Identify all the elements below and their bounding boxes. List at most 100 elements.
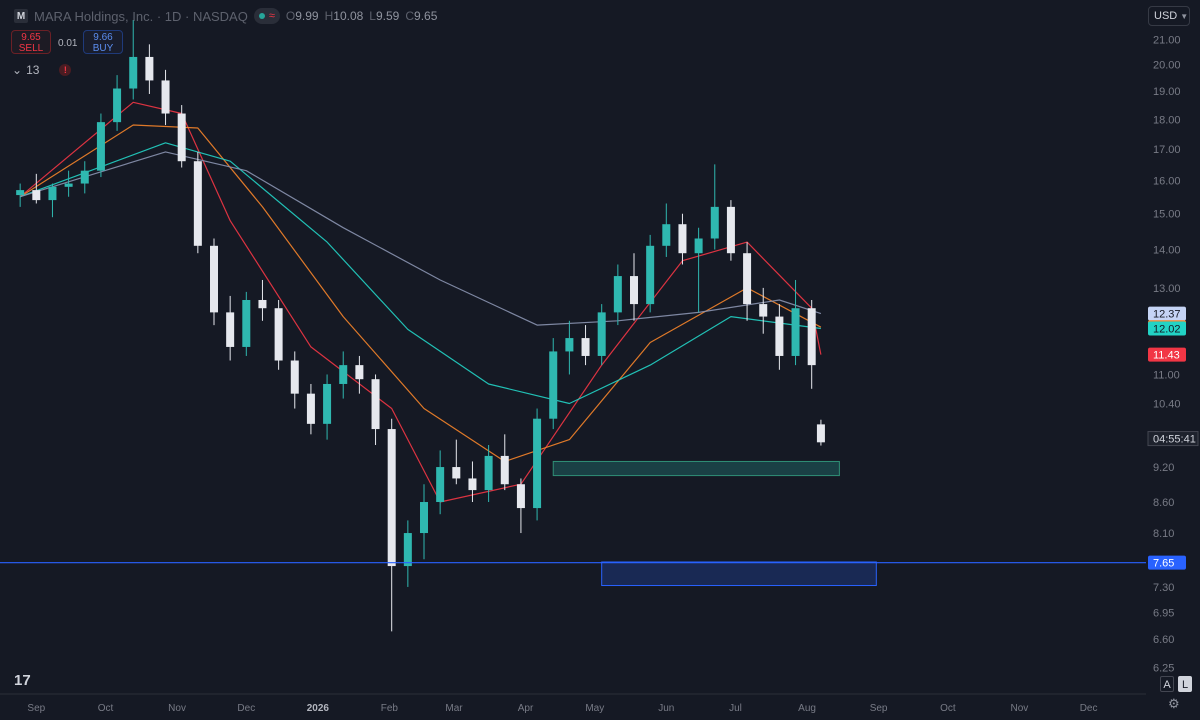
indicators-row: ⌄ 13 ! xyxy=(12,63,72,77)
candle-body xyxy=(403,533,412,567)
candle-body xyxy=(484,455,493,491)
market-open-dot-icon xyxy=(258,13,265,19)
warning-icon[interactable]: ! xyxy=(59,64,72,76)
candle-body xyxy=(533,418,542,509)
candle-body xyxy=(775,316,784,356)
candle-body xyxy=(500,455,509,485)
price-tick-label: 6.95 xyxy=(1153,607,1174,619)
price-tick-label: 15.00 xyxy=(1153,209,1181,221)
candle-body xyxy=(468,478,477,491)
symbol-header: M MARA Holdings, Inc. · 1D · NASDAQ ≈ O9… xyxy=(14,6,437,26)
symbol-logo[interactable]: M xyxy=(14,9,28,23)
sell-price: 9.65 xyxy=(21,32,41,43)
candle-body xyxy=(80,170,89,184)
currency-button[interactable]: USD ▼ xyxy=(1148,6,1190,26)
candle-body xyxy=(565,338,574,352)
candle-body xyxy=(816,424,825,443)
price-tick-label: 9.20 xyxy=(1153,462,1174,474)
ohlc-high-value: 10.08 xyxy=(333,9,364,23)
moving-average-line-0 xyxy=(19,101,822,503)
time-tick-label: Jun xyxy=(658,703,674,714)
tradingview-logo-icon[interactable]: 17 xyxy=(14,672,31,689)
candle-body xyxy=(258,299,267,309)
settings-gear-icon[interactable]: ⚙ xyxy=(1168,696,1180,712)
price-label-text: 7.65 xyxy=(1153,558,1174,570)
ohlc-open-value: 9.99 xyxy=(295,9,319,23)
candle-body xyxy=(145,56,154,81)
candle-body xyxy=(613,276,622,313)
currency-label: USD xyxy=(1154,10,1178,22)
candle-body xyxy=(129,56,138,89)
ohlc-close-value: 9.65 xyxy=(414,9,438,23)
countdown-text: 04:55:41 xyxy=(1153,434,1196,446)
candle-body xyxy=(323,383,332,424)
candle-body xyxy=(581,338,590,356)
log-scale-button[interactable]: L xyxy=(1178,676,1192,692)
price-axis[interactable]: 21.00 20.00 19.00 18.00 17.00 16.00 15.00 14.00… xyxy=(1146,0,1200,720)
price-tick-label: 16.00 xyxy=(1153,175,1181,187)
candle-body xyxy=(726,206,735,254)
price-tick-label: 19.00 xyxy=(1153,86,1181,98)
candle-body xyxy=(32,190,41,201)
chevron-down-icon: ⌄ xyxy=(12,63,23,77)
candle-body xyxy=(710,206,719,239)
candle-body xyxy=(64,183,73,187)
candle-body xyxy=(662,224,671,246)
buy-price: 9.66 xyxy=(93,32,113,43)
time-axis[interactable]: Sep Oct Nov Dec 2026 Feb Mar Apr May Jun Jul Aug Sep… xyxy=(27,703,1097,714)
price-tick-label: 6.25 xyxy=(1153,662,1174,674)
moving-average-line-3 xyxy=(20,151,822,326)
candle-body xyxy=(274,308,283,361)
zone-layer xyxy=(552,460,877,587)
market-status[interactable]: ≈ xyxy=(253,8,280,24)
time-tick-label: Oct xyxy=(940,703,956,714)
candle-body xyxy=(306,393,315,424)
candle-body xyxy=(549,351,558,419)
auto-scale-button[interactable]: A xyxy=(1160,676,1174,692)
time-tick-label: Oct xyxy=(98,703,114,714)
candle-body xyxy=(807,308,816,366)
price-tick-label: 6.60 xyxy=(1153,634,1174,646)
candle-body xyxy=(630,276,638,305)
indicators-toggle[interactable]: ⌄ 13 xyxy=(12,63,39,77)
candle-body xyxy=(16,190,25,196)
time-tick-label: Feb xyxy=(381,703,399,714)
candle-body xyxy=(387,429,396,567)
time-tick-label: Mar xyxy=(445,703,463,714)
time-tick-label: Sep xyxy=(870,703,888,714)
status-wave-icon: ≈ xyxy=(268,10,275,22)
price-tick-label: 14.00 xyxy=(1153,244,1181,256)
candle-body xyxy=(597,312,606,356)
time-tick-label: Dec xyxy=(237,703,255,714)
candle-body xyxy=(678,224,687,254)
time-tick-label: Apr xyxy=(518,703,534,714)
symbol-title[interactable]: MARA Holdings, Inc. · 1D · NASDAQ xyxy=(34,9,248,24)
time-tick-label: May xyxy=(585,703,604,714)
candle-body xyxy=(371,379,380,430)
price-tick-label: 8.10 xyxy=(1153,528,1174,540)
ohlc-close-key: C xyxy=(405,9,415,23)
candle-body xyxy=(177,113,186,162)
ohlc-low-key: L xyxy=(369,9,376,23)
zone-rectangle-0 xyxy=(552,460,840,477)
price-label-text: 11.43 xyxy=(1153,350,1180,362)
moving-averages-layer xyxy=(19,101,822,503)
zone-rectangle-1 xyxy=(601,561,877,587)
sell-button[interactable]: 9.65 SELL xyxy=(11,30,51,54)
price-chart[interactable]: 21.00 20.00 19.00 18.00 17.00 16.00 15.00 14.00… xyxy=(0,0,1200,720)
candle-body xyxy=(210,245,218,313)
candle-body xyxy=(48,186,57,201)
buy-button[interactable]: 9.66 BUY xyxy=(83,30,123,54)
time-tick-label: Aug xyxy=(798,703,816,714)
candle-body xyxy=(420,502,428,534)
ohlc-open-key: O xyxy=(285,9,296,23)
ohlc-low-value: 9.59 xyxy=(375,9,400,23)
buy-label: BUY xyxy=(92,43,114,54)
candle-body xyxy=(759,304,768,317)
price-tick-label: 7.30 xyxy=(1153,582,1174,594)
candle-body xyxy=(452,467,461,479)
moving-average-line-1 xyxy=(19,124,822,463)
price-tick-label: 13.00 xyxy=(1153,283,1181,295)
candle-body xyxy=(355,365,364,380)
candle-body xyxy=(161,80,170,114)
